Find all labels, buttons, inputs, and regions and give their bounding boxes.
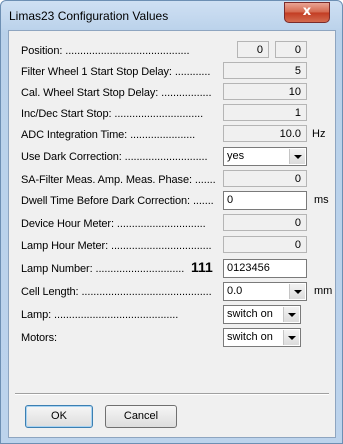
adc-label: ADC Integration Time: ..................… <box>21 129 196 141</box>
chevron-down-icon[interactable] <box>289 149 305 164</box>
lamp-hour-value: 0 <box>223 236 307 253</box>
lamp-hour-row: Lamp Hour Meter: .......................… <box>9 236 335 256</box>
position-row: Position: ..............................… <box>9 41 335 61</box>
separator <box>15 393 329 395</box>
lamp-row: Lamp: ..................................… <box>9 305 335 325</box>
motors-select[interactable]: switch on <box>223 328 301 347</box>
chevron-down-icon[interactable] <box>289 284 305 299</box>
sa-filter-row: SA-Filter Meas. Amp. Meas. Phase: ......… <box>9 170 335 190</box>
adc-unit: Hz <box>312 128 326 140</box>
sa-filter-value: 0 <box>223 170 307 187</box>
inc-dec-label: Inc/Dec Start Stop: ....................… <box>21 108 204 120</box>
cal-wheel-label: Cal. Wheel Start Stop Delay: ...........… <box>21 87 212 99</box>
device-hour-label: Device Hour Meter: .....................… <box>21 218 206 230</box>
dwell-time-input[interactable]: 0 <box>223 191 307 210</box>
lamp-select[interactable]: switch on <box>223 305 301 324</box>
lamp-number-prefix: 111 <box>191 259 213 275</box>
dark-correction-row: Use Dark Correction: ...................… <box>9 147 335 167</box>
ok-button[interactable]: OK <box>25 405 93 428</box>
dark-correction-selected: yes <box>227 150 245 162</box>
window-title: Limas23 Configuration Values <box>9 9 169 23</box>
config-dialog: Limas23 Configuration Values x Position:… <box>0 0 343 444</box>
cell-length-unit: mm <box>314 285 333 297</box>
cell-length-selected: 0.0 <box>227 285 243 297</box>
motors-row: Motors: switch on <box>9 328 335 348</box>
inc-dec-row: Inc/Dec Start Stop: ....................… <box>9 104 335 124</box>
cell-length-row: Cell Length: ...........................… <box>9 282 335 302</box>
chevron-down-icon[interactable] <box>283 330 299 345</box>
position-value-2: 0 <box>275 41 307 58</box>
close-button[interactable]: x <box>284 2 330 23</box>
cancel-button[interactable]: Cancel <box>105 405 177 428</box>
dwell-time-label: Dwell Time Before Dark Correction: .....… <box>21 195 214 207</box>
motors-selected: switch on <box>227 331 273 343</box>
lamp-selected: switch on <box>227 308 273 320</box>
dwell-time-unit: ms <box>314 194 329 206</box>
position-value-1: 0 <box>237 41 269 58</box>
cell-length-select[interactable]: 0.0 <box>223 282 307 301</box>
dark-correction-label: Use Dark Correction: ...................… <box>21 151 208 163</box>
title-bar[interactable]: Limas23 Configuration Values x <box>1 1 342 31</box>
dialog-client-area: Position: ..............................… <box>8 30 336 438</box>
dark-correction-select[interactable]: yes <box>223 147 307 166</box>
lamp-hour-label: Lamp Hour Meter: .......................… <box>21 240 212 252</box>
close-icon: x <box>302 4 312 19</box>
cal-wheel-value: 10 <box>223 83 307 100</box>
cal-wheel-row: Cal. Wheel Start Stop Delay: ...........… <box>9 83 335 103</box>
filter-wheel-label: Filter Wheel 1 Start Stop Delay: .......… <box>21 66 211 78</box>
sa-filter-label: SA-Filter Meas. Amp. Meas. Phase: ......… <box>21 174 216 186</box>
lamp-number-row: Lamp Number: ...........................… <box>9 259 335 279</box>
adc-row: ADC Integration Time: ..................… <box>9 125 335 145</box>
filter-wheel-row: Filter Wheel 1 Start Stop Delay: .......… <box>9 62 335 82</box>
lamp-number-input[interactable]: 0123456 <box>223 259 307 278</box>
chevron-down-icon[interactable] <box>283 307 299 322</box>
cell-length-label: Cell Length: ...........................… <box>21 286 212 298</box>
device-hour-row: Device Hour Meter: .....................… <box>9 214 335 234</box>
position-label: Position: ..............................… <box>21 45 190 57</box>
filter-wheel-value: 5 <box>223 62 307 79</box>
dwell-time-row: Dwell Time Before Dark Correction: .....… <box>9 191 335 211</box>
adc-value: 10.0 <box>223 125 307 142</box>
inc-dec-value: 1 <box>223 104 307 121</box>
device-hour-value: 0 <box>223 214 307 231</box>
lamp-label: Lamp: ..................................… <box>21 309 179 321</box>
motors-label: Motors: <box>21 332 57 344</box>
lamp-number-label: Lamp Number: ...........................… <box>21 263 185 275</box>
